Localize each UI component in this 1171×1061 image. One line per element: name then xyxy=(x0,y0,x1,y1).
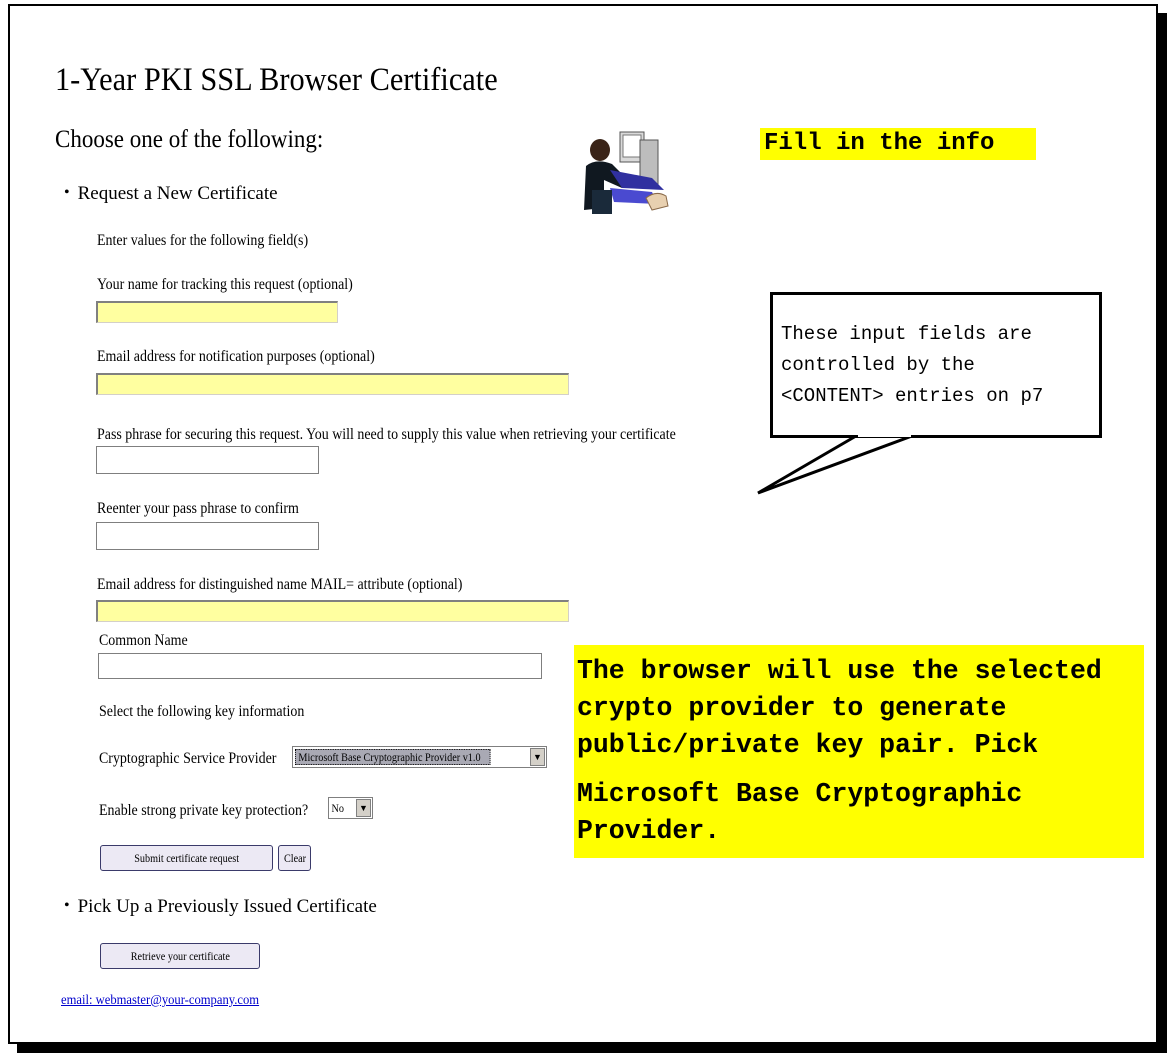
pickup-section-heading: • Pick Up a Previously Issued Certificate xyxy=(64,896,377,918)
common-name-label: Common Name xyxy=(99,632,188,649)
clear-button[interactable]: Clear xyxy=(278,845,311,871)
bullet-icon: • xyxy=(64,897,70,914)
fill-in-note: Fill in the info xyxy=(760,128,1036,160)
pass-phrase-label: Pass phrase for securing this request. Y… xyxy=(97,426,676,443)
strong-protection-label: Enable strong private key protection? xyxy=(99,802,309,819)
csp-select[interactable]: Microsoft Base Cryptographic Provider v1… xyxy=(292,746,547,768)
request-section-heading: • Request a New Certificate xyxy=(64,183,278,205)
notify-email-input[interactable] xyxy=(96,373,569,395)
pass-phrase-confirm-input[interactable] xyxy=(96,522,319,550)
submit-request-button[interactable]: Submit certificate request xyxy=(100,845,273,871)
strong-protection-selected-value: No xyxy=(331,800,345,815)
tracking-name-input[interactable] xyxy=(96,301,338,323)
person-at-computer-icon xyxy=(582,130,672,214)
provider-note-line: public/private key pair. Pick xyxy=(577,730,1039,760)
dn-email-label: Email address for distinguished name MAI… xyxy=(97,576,463,593)
bullet-icon: • xyxy=(64,184,70,201)
choose-heading: Choose one of the following: xyxy=(55,126,324,153)
intro-text: Enter values for the following field(s) xyxy=(97,232,309,249)
common-name-input[interactable] xyxy=(98,653,542,679)
callout-line: <CONTENT> entries on p7 xyxy=(781,385,1044,407)
chevron-down-icon[interactable]: ▼ xyxy=(530,748,545,766)
clear-button-label: Clear xyxy=(283,850,306,865)
provider-note-line: Microsoft Base Cryptographic xyxy=(577,779,1023,809)
retrieve-certificate-button-label: Retrieve your certificate xyxy=(130,948,230,963)
csp-label: Cryptographic Service Provider xyxy=(99,750,277,767)
provider-note-line: Provider. xyxy=(577,816,721,846)
provider-note: The browser will use the selected crypto… xyxy=(574,645,1144,858)
provider-note-line: The browser will use the selected xyxy=(577,656,1102,686)
tracking-name-label: Your name for tracking this request (opt… xyxy=(97,276,353,293)
provider-note-line: crypto provider to generate xyxy=(577,693,1007,723)
retrieve-certificate-button[interactable]: Retrieve your certificate xyxy=(100,943,260,969)
key-info-label: Select the following key information xyxy=(99,703,305,720)
csp-selected-value: Microsoft Base Cryptographic Provider v1… xyxy=(295,749,491,765)
pass-phrase-confirm-label: Reenter your pass phrase to confirm xyxy=(97,500,299,517)
callout-tail-mask xyxy=(858,433,911,437)
callout-line: These input fields are xyxy=(781,323,1032,345)
content-entries-callout: These input fields are controlled by the… xyxy=(770,292,1102,438)
notify-email-label: Email address for notification purposes … xyxy=(97,348,375,365)
webmaster-email-link[interactable]: email: webmaster@your-company.com xyxy=(61,993,259,1009)
submit-request-button-label: Submit certificate request xyxy=(134,850,239,865)
strong-protection-select[interactable]: No ▼ xyxy=(328,797,373,819)
request-section-title: Request a New Certificate xyxy=(77,183,278,204)
callout-line: controlled by the xyxy=(781,354,975,376)
pass-phrase-input[interactable] xyxy=(96,446,319,474)
pickup-section-title: Pick Up a Previously Issued Certificate xyxy=(77,896,377,917)
chevron-down-icon[interactable]: ▼ xyxy=(356,799,371,817)
dn-email-input[interactable] xyxy=(96,600,569,622)
page-title: 1-Year PKI SSL Browser Certificate xyxy=(55,62,498,98)
